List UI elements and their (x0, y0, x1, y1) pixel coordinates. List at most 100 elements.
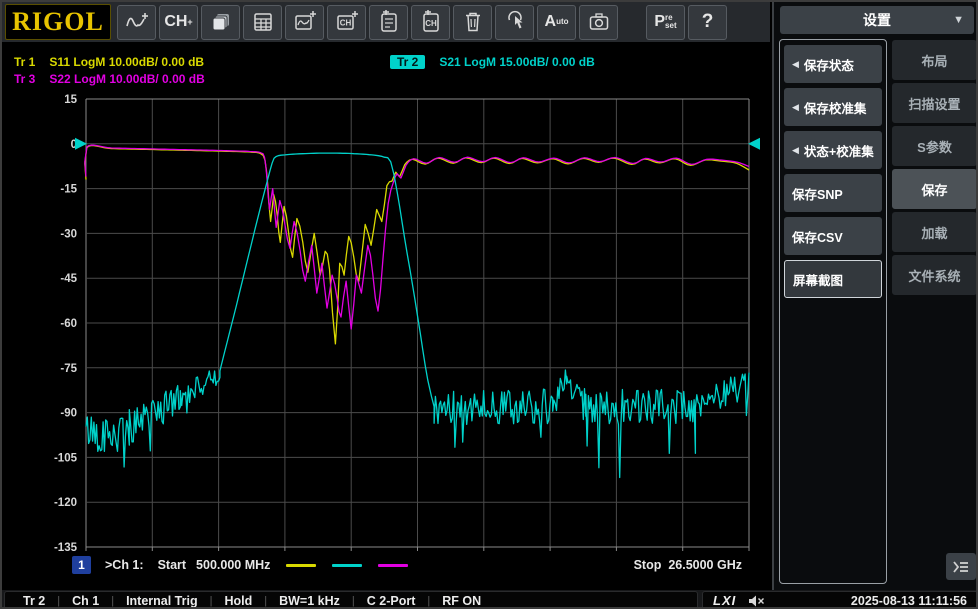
clip-wave-icon (380, 10, 397, 32)
trash-icon (465, 12, 480, 32)
copy-channel-button[interactable]: CH (411, 4, 450, 40)
panel-title-dropdown[interactable]: 设置 ▼ (780, 6, 974, 34)
trace-S22[interactable] (84, 144, 750, 330)
auto-scale-button[interactable]: Auto (537, 4, 576, 40)
panel-tabs: 布局 扫描设置 S参数 保存 加载 文件系统 (892, 40, 976, 295)
tab-扫描设置[interactable]: 扫描设置 (892, 83, 976, 123)
submenu-屏幕截图[interactable]: 屏幕截图 (784, 260, 882, 298)
trace2-format: S21 LogM 15.00dB/ 0.00 dB (439, 55, 595, 69)
layers-icon (212, 14, 229, 31)
channel-label: >Ch 1: (105, 558, 144, 572)
status-item: Ch 1 (72, 593, 100, 608)
y-axis-label: -105 (54, 452, 78, 464)
status-item: C 2-Port (366, 593, 416, 608)
tab-加载[interactable]: 加载 (892, 212, 976, 252)
preset-icon: P (654, 13, 666, 30)
table-icon (253, 13, 272, 31)
channel-table-button[interactable] (243, 4, 282, 40)
submenu-状态+校准集[interactable]: ◀ 状态+校准集 (784, 131, 882, 169)
prompt-menu-icon (953, 560, 968, 573)
start-label[interactable]: Start (158, 558, 186, 572)
win-ch-icon: CH (336, 11, 358, 30)
y-axis-label: 15 (64, 94, 77, 106)
status-bar: Tr 2 | Ch 1 | Internal Trig | Hold | BW=1 kHz | C … (2, 590, 976, 608)
status-separator: | (351, 594, 355, 607)
start-frequency[interactable]: 500.000 MHz (196, 558, 270, 572)
help-button[interactable]: ? (688, 4, 727, 40)
preset-button[interactable]: Pre set (646, 4, 685, 40)
ref-level-marker-left[interactable] (75, 137, 87, 150)
lxi-logo: LXI (713, 593, 737, 608)
help-icon: ? (701, 11, 714, 32)
toolbar: RIGOL CH + CH CH Auto Pre set? (2, 2, 770, 42)
rigol-logo: RIGOL (5, 4, 111, 40)
y-axis-label: -120 (54, 497, 77, 509)
wave-plus-icon (125, 13, 148, 27)
sparameter-plot[interactable]: 150-15-30-45-60-75-90-105-120-135 (2, 42, 770, 590)
stop-frequency-group[interactable]: Stop 26.5000 GHz (634, 558, 742, 572)
trace1-label[interactable]: Tr 1 S11 LogM 10.00dB/ 0.00 dB (14, 55, 204, 69)
speaker-muted-icon[interactable] (748, 594, 765, 608)
channel-number-badge[interactable]: 1 (72, 556, 91, 574)
submenu-保存状态[interactable]: ◀ 保存状态 (784, 45, 882, 83)
submenu-保存校准集[interactable]: ◀ 保存校准集 (784, 88, 882, 126)
status-item: Tr 2 (23, 593, 46, 608)
y-axis-label: -60 (60, 318, 77, 330)
trace2-id-badge[interactable]: Tr 2 (390, 55, 426, 69)
trace2-swatch (332, 563, 363, 567)
status-item: RF ON (442, 593, 482, 608)
window-channel-button[interactable]: CH (327, 4, 366, 40)
y-axis-label: -15 (60, 184, 77, 196)
vna-screen: RIGOL CH + CH CH Auto Pre set? 15 0 -15 -30 -45 -60… (0, 0, 978, 609)
win-wave-icon (294, 11, 316, 30)
submenu-arrow-icon: ◀ (792, 101, 799, 112)
window-trace-button[interactable] (285, 4, 324, 40)
copy-trace-button[interactable] (369, 4, 408, 40)
camera-icon (589, 13, 608, 30)
status-items: Tr 2 | Ch 1 | Internal Trig | Hold | BW=1 kHz | C … (4, 591, 698, 608)
touch-button[interactable] (495, 4, 534, 40)
new-channel-button[interactable]: CH + (159, 4, 198, 40)
trace1-swatch (286, 563, 317, 567)
new-trace-button[interactable] (117, 4, 156, 40)
windows-button[interactable] (201, 4, 240, 40)
tab-S参数[interactable]: S参数 (892, 126, 976, 166)
tab-保存[interactable]: 保存 (892, 169, 976, 209)
y-axis-label: -135 (54, 542, 78, 554)
trace3-id[interactable]: Tr 3 (14, 72, 35, 86)
trace2-label[interactable]: Tr 2 S21 LogM 15.00dB/ 0.00 dB (390, 55, 595, 69)
screenshot-button[interactable] (579, 4, 618, 40)
toolbar-buttons: CH + CH CH Auto Pre set? (117, 4, 727, 40)
svg-text:CH: CH (339, 19, 351, 28)
stop-label: Stop (633, 558, 662, 572)
stop-frequency: 26.5000 GHz (668, 558, 742, 572)
y-axis-label: -90 (60, 408, 77, 420)
auto-icon: A (544, 13, 557, 30)
clip-ch-icon: CH (422, 10, 439, 32)
y-axis-label: -75 (60, 363, 77, 375)
chart-area: 15 0 -15 -30 -45 -60 -75 -90 -105 -120 -135 Tr 1 S1… (2, 42, 770, 590)
channel-bar: 1 >Ch 1: Start 500.000 MHz Stop 26.5000 … (72, 554, 750, 576)
panel-expand-button[interactable] (946, 553, 976, 580)
datetime: 2025-08-13 11:11:56 (850, 593, 967, 608)
ch-plus-icon: CH (164, 13, 188, 30)
delete-button[interactable] (453, 4, 492, 40)
status-item: Internal Trig (126, 593, 198, 608)
save-submenu: ◀ 保存状态 ◀ 保存校准集 ◀ 状态+校准集 保存SNP 保存CSV 屏幕截图 (779, 39, 887, 584)
ref-level-marker-right[interactable] (748, 137, 760, 150)
trace1-id[interactable]: Tr 1 (14, 55, 35, 69)
svg-text:CH: CH (425, 19, 437, 28)
tab-文件系统[interactable]: 文件系统 (892, 255, 976, 295)
y-axis-label: -30 (60, 228, 77, 240)
status-separator: | (209, 594, 213, 607)
status-separator: | (427, 594, 431, 607)
y-axis-label: -45 (60, 273, 77, 285)
side-panel: 设置 ▼ ◀ 保存状态 ◀ 保存校准集 ◀ 状态+校准集 保存SNP 保存CSV 屏幕截图 布局… (772, 2, 976, 590)
trace3-label[interactable]: Tr 3 S22 LogM 10.00dB/ 0.00 dB (14, 72, 205, 86)
status-item: Hold (224, 593, 253, 608)
tab-布局[interactable]: 布局 (892, 40, 976, 80)
submenu-保存SNP[interactable]: 保存SNP (784, 174, 882, 212)
trace3-swatch (378, 563, 409, 567)
submenu-arrow-icon: ◀ (792, 144, 799, 155)
submenu-保存CSV[interactable]: 保存CSV (784, 217, 882, 255)
